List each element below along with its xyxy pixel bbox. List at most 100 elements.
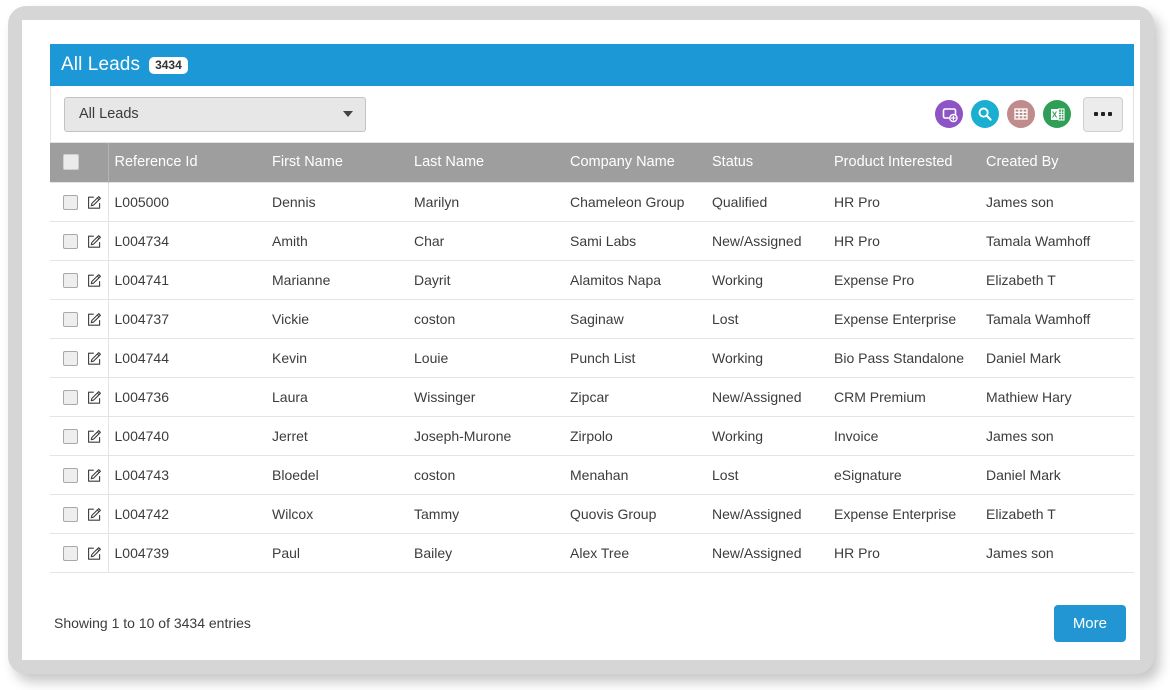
cell-last-name: Char (408, 221, 564, 261)
view-select-label: All Leads (79, 106, 139, 122)
more-options-button[interactable] (1083, 96, 1123, 132)
row-checkbox[interactable] (63, 272, 78, 288)
cell-first-name: Jerret (266, 416, 408, 456)
cell-select (50, 260, 109, 300)
export-excel-icon[interactable]: X (1043, 100, 1071, 128)
search-icon[interactable] (971, 100, 999, 128)
cell-status: Lost (706, 299, 828, 339)
column-header-select (50, 143, 109, 182)
row-checkbox[interactable] (63, 233, 78, 249)
svg-text:X: X (1051, 110, 1057, 119)
load-more-button[interactable]: More (1053, 604, 1126, 642)
edit-icon[interactable] (87, 195, 102, 210)
cell-company-name: Alamitos Napa (564, 260, 706, 300)
edit-icon[interactable] (87, 429, 102, 444)
row-checkbox[interactable] (63, 467, 78, 483)
record-count-badge: 3434 (149, 56, 188, 74)
row-checkbox[interactable] (63, 545, 78, 561)
column-header-status[interactable]: Status (706, 143, 828, 182)
new-record-icon[interactable] (935, 100, 963, 128)
table-row[interactable]: L004739 Paul Bailey Alex Tree New/Assigned HR… (50, 533, 1134, 573)
table-header-row: Reference Id First Name Last Name Compan… (50, 143, 1134, 182)
cell-created-by: Tamala Wamhoff (980, 299, 1134, 339)
table-row[interactable]: L004744 Kevin Louie Punch List Working Bio Pa… (50, 338, 1134, 378)
cell-last-name: coston (408, 455, 564, 495)
cell-status: New/Assigned (706, 533, 828, 573)
edit-icon[interactable] (87, 390, 102, 405)
cell-first-name: Bloedel (266, 455, 408, 495)
cell-first-name: Amith (266, 221, 408, 261)
device-frame: All Leads 3434 All Leads X Reference Id … (8, 6, 1154, 674)
table-row[interactable]: L005000 Dennis Marilyn Chameleon Group Quali… (50, 181, 1134, 222)
cell-reference-id: L004742 (108, 494, 266, 534)
cell-status: Working (706, 338, 828, 378)
grid-view-icon[interactable] (1007, 100, 1035, 128)
cell-product-interested: eSignature (828, 455, 980, 495)
table-row[interactable]: L004742 Wilcox Tammy Quovis Group New/Assign… (50, 494, 1134, 534)
cell-product-interested: HR Pro (828, 533, 980, 573)
row-checkbox[interactable] (63, 194, 78, 210)
app-screen: All Leads 3434 All Leads X Reference Id … (22, 20, 1140, 660)
entries-status-text: Showing 1 to 10 of 3434 entries (54, 615, 251, 631)
cell-created-by: Daniel Mark (980, 455, 1134, 495)
cell-created-by: Elizabeth T (980, 260, 1134, 300)
cell-created-by: Mathiew Hary (980, 377, 1134, 417)
cell-reference-id: L004741 (108, 260, 266, 300)
cell-company-name: Sami Labs (564, 221, 706, 261)
cell-select (50, 377, 109, 417)
cell-status: Qualified (706, 181, 828, 222)
cell-company-name: Chameleon Group (564, 181, 706, 222)
cell-company-name: Menahan (564, 455, 706, 495)
column-header-last-name[interactable]: Last Name (408, 143, 564, 182)
cell-status: New/Assigned (706, 494, 828, 534)
cell-created-by: James son (980, 416, 1134, 456)
cell-created-by: James son (980, 181, 1134, 222)
cell-created-by: Tamala Wamhoff (980, 221, 1134, 261)
cell-product-interested: Invoice (828, 416, 980, 456)
edit-icon[interactable] (87, 273, 102, 288)
cell-reference-id: L005000 (108, 181, 266, 222)
cell-first-name: Kevin (266, 338, 408, 378)
edit-icon[interactable] (87, 507, 102, 522)
cell-reference-id: L004744 (108, 338, 266, 378)
row-checkbox[interactable] (63, 506, 78, 522)
leads-table-container: Reference Id First Name Last Name Compan… (50, 143, 1134, 573)
row-checkbox[interactable] (63, 428, 78, 444)
column-header-product-interested[interactable]: Product Interested (828, 143, 980, 182)
select-all-checkbox[interactable] (63, 154, 79, 171)
table-row[interactable]: L004734 Amith Char Sami Labs New/Assigned HR … (50, 221, 1134, 261)
edit-icon[interactable] (87, 312, 102, 327)
cell-reference-id: L004740 (108, 416, 266, 456)
cell-first-name: Paul (266, 533, 408, 573)
row-checkbox[interactable] (63, 389, 78, 405)
table-row[interactable]: L004737 Vickie coston Saginaw Lost Expense En… (50, 299, 1134, 339)
column-header-first-name[interactable]: First Name (266, 143, 408, 182)
edit-icon[interactable] (87, 234, 102, 249)
table-row[interactable]: L004743 Bloedel coston Menahan Lost eSignatur… (50, 455, 1134, 495)
column-header-company-name[interactable]: Company Name (564, 143, 706, 182)
table-body: L005000 Dennis Marilyn Chameleon Group Quali… (50, 181, 1134, 573)
edit-icon[interactable] (87, 546, 102, 561)
edit-icon[interactable] (87, 351, 102, 366)
cell-company-name: Zirpolo (564, 416, 706, 456)
row-checkbox[interactable] (63, 350, 78, 366)
cell-first-name: Laura (266, 377, 408, 417)
cell-reference-id: L004737 (108, 299, 266, 339)
column-header-created-by[interactable]: Created By (980, 143, 1134, 182)
toolbar: All Leads X (50, 86, 1134, 143)
table-row[interactable]: L004740 Jerret Joseph-Murone Zirpolo Working… (50, 416, 1134, 456)
row-checkbox[interactable] (63, 311, 78, 327)
cell-status: Working (706, 416, 828, 456)
edit-icon[interactable] (87, 468, 102, 483)
ellipsis-icon (1094, 112, 1098, 116)
view-select-dropdown[interactable]: All Leads (64, 96, 366, 132)
cell-reference-id: L004743 (108, 455, 266, 495)
table-row[interactable]: L004736 Laura Wissinger Zipcar New/Assigned C… (50, 377, 1134, 417)
chevron-down-icon (343, 111, 353, 117)
cell-reference-id: L004736 (108, 377, 266, 417)
cell-company-name: Quovis Group (564, 494, 706, 534)
page-header: All Leads 3434 (50, 44, 1134, 86)
table-row[interactable]: L004741 Marianne Dayrit Alamitos Napa Workin… (50, 260, 1134, 300)
cell-select (50, 338, 109, 378)
column-header-reference-id[interactable]: Reference Id (108, 143, 266, 182)
